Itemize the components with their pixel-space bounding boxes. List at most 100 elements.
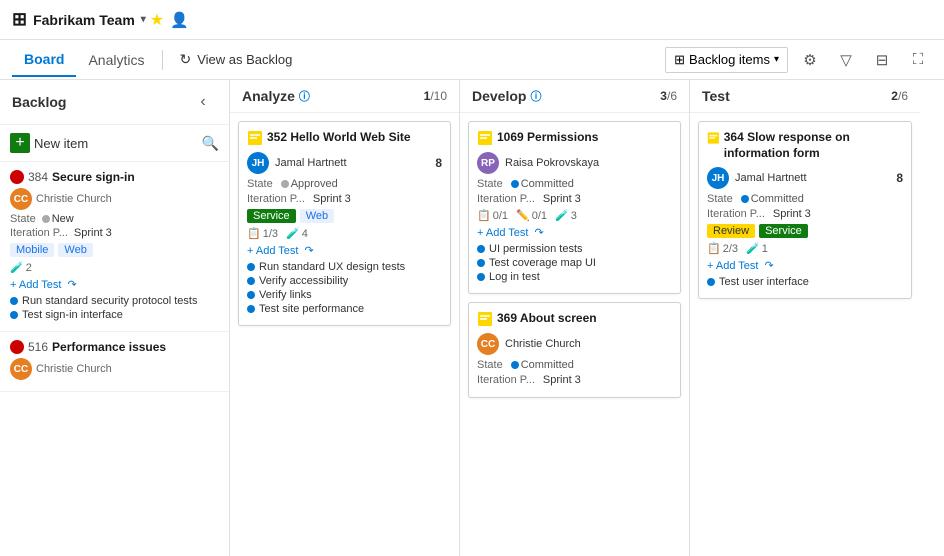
fullscreen-icon[interactable]: ⛶ (904, 46, 932, 74)
avatar-516: CC (10, 358, 32, 380)
state-dot-1069 (511, 180, 519, 188)
k-iter-364: Iteration P... Sprint 3 (707, 208, 903, 220)
test-column: Test 2/6 364 Slow response on informatio… (690, 80, 920, 556)
test-item: Test sign-in interface (10, 309, 219, 321)
view-backlog-button[interactable]: ↻ View as Backlog (169, 47, 302, 72)
test-dot (477, 259, 485, 267)
k-iter-352: Iteration P... Sprint 3 (247, 193, 442, 205)
board-container: Backlog ‹ + New item 🔍 384 Secure sign-i… (0, 80, 944, 556)
analyze-info-icon[interactable]: ⓘ (299, 88, 310, 104)
backlog-column: Backlog ‹ + New item 🔍 384 Secure sign-i… (0, 80, 230, 556)
wi-header-384: 384 Secure sign-in (10, 170, 219, 184)
wi-iteration-384: Iteration P... Sprint 3 (10, 227, 219, 239)
logo-icon: ⊞ (12, 9, 27, 30)
top-bar: ⊞ Fabrikam Team ▾ ★ 👤 (0, 0, 944, 40)
add-test-1069[interactable]: + Add Test ↷ (477, 226, 672, 239)
nav-right: ⊞ Backlog items ▾ ⚙ ▽ ⊟ ⛶ (665, 46, 932, 74)
k-meta-352: State Approved (247, 178, 442, 190)
wi-assignee-384: CC Christie Church (10, 188, 219, 210)
add-test-384[interactable]: + Add Test ↷ (10, 278, 219, 291)
settings-icon[interactable]: ⚙ (796, 46, 824, 74)
top-bar-actions: ★ 👤 (150, 10, 189, 30)
test-items: 364 Slow response on information form JH… (690, 113, 920, 556)
test-column-header: Test 2/6 (690, 80, 920, 113)
task-icon-364 (707, 130, 720, 146)
test-dot (10, 297, 18, 305)
test-dot (477, 273, 485, 281)
wi-header-516: 516 Performance issues (10, 340, 219, 354)
avatar-352: JH (247, 152, 269, 174)
develop-column: Develop ⓘ 3/6 1069 Permissions RP Raisa … (460, 80, 690, 556)
test-item: Verify links (247, 289, 442, 301)
wi-stats-352: 📋 1/3 🧪 4 (247, 227, 442, 240)
test-dot (247, 305, 255, 313)
bug-icon-384 (10, 170, 24, 184)
analyze-column: Analyze ⓘ 1/10 352 Hello World Web Site … (230, 80, 460, 556)
k-iter-369: Iteration P... Sprint 3 (477, 374, 672, 386)
wi-stats-1069: 📋 0/1 ✏️ 0/1 🧪 3 (477, 209, 672, 222)
state-dot-369 (511, 361, 519, 369)
k-meta-364: State Committed (707, 193, 903, 205)
test-item: Test coverage map UI (477, 257, 672, 269)
backlog-items-button[interactable]: ⊞ Backlog items ▾ (665, 47, 788, 73)
new-item-button[interactable]: + New item (10, 133, 88, 153)
backlog-items-label: Backlog items (689, 52, 770, 67)
test-item: Test site performance (247, 303, 442, 315)
avatar-384: CC (10, 188, 32, 210)
nav-analytics[interactable]: Analytics (76, 44, 156, 76)
kanban-card-1069[interactable]: 1069 Permissions RP Raisa Pokrovskaya St… (468, 121, 681, 294)
chevron-down-icon[interactable]: ▾ (141, 14, 146, 25)
test-item: Run standard security protocol tests (10, 295, 219, 307)
search-button[interactable]: 🔍 (202, 135, 219, 152)
avatar-364: JH (707, 167, 729, 189)
add-test-352[interactable]: + Add Test ↷ (247, 244, 442, 257)
test-list-364: Test user interface (707, 276, 903, 288)
new-item-plus-icon: + (10, 133, 30, 153)
test-dot (10, 311, 18, 319)
backlog-column-title: Backlog (12, 94, 66, 110)
kanban-card-369[interactable]: 369 About screen CC Christie Church Stat… (468, 302, 681, 398)
avatar-1069: RP (477, 152, 499, 174)
backlog-view-icon: ↻ (179, 51, 191, 68)
backlog-item-384[interactable]: 384 Secure sign-in CC Christie Church St… (0, 162, 229, 332)
state-dot-384 (42, 215, 50, 223)
backlog-item-516[interactable]: 516 Performance issues CC Christie Churc… (0, 332, 229, 392)
chevron-down-icon: ▾ (774, 54, 779, 65)
nav-separator (162, 50, 163, 70)
test-item: Run standard UX design tests (247, 261, 442, 273)
tag-service: Service (247, 209, 296, 223)
test-list-352: Run standard UX design tests Verify acce… (247, 261, 442, 315)
new-item-label: New item (34, 136, 88, 151)
backlog-column-header: Backlog ‹ (0, 80, 229, 125)
test-list-1069: UI permission tests Test coverage map UI… (477, 243, 672, 283)
test-dot (247, 291, 255, 299)
add-test-364[interactable]: + Add Test ↷ (707, 259, 903, 272)
backlog-collapse-icon[interactable]: ‹ (189, 88, 217, 116)
team-name: ⊞ Fabrikam Team ▾ (12, 9, 146, 30)
avatar-369: CC (477, 333, 499, 355)
backlog-items-list: 384 Secure sign-in CC Christie Church St… (0, 162, 229, 556)
test-item: Log in test (477, 271, 672, 283)
tag-service: Service (759, 224, 808, 238)
wi-stats-364: 📋 2/3 🧪 1 (707, 242, 903, 255)
k-card-header-1069: 1069 Permissions (477, 130, 672, 146)
tag-mobile: Mobile (10, 243, 54, 257)
nav-board[interactable]: Board (12, 43, 76, 77)
kanban-card-352[interactable]: 352 Hello World Web Site JH Jamal Hartne… (238, 121, 451, 326)
develop-info-icon[interactable]: ⓘ (530, 88, 541, 104)
filter-icon[interactable]: ▽ (832, 46, 860, 74)
wi-state-384: State New (10, 213, 219, 225)
develop-items: 1069 Permissions RP Raisa Pokrovskaya St… (460, 113, 689, 556)
test-dot (247, 277, 255, 285)
tags-384: Mobile Web (10, 243, 219, 257)
grid-icon: ⊞ (674, 52, 685, 68)
tag-review: Review (707, 224, 755, 238)
favorite-icon[interactable]: ★ (150, 10, 164, 30)
develop-column-header: Develop ⓘ 3/6 (460, 80, 689, 113)
task-icon-369 (477, 311, 493, 327)
team-name-text: Fabrikam Team (33, 12, 135, 28)
kanban-card-364[interactable]: 364 Slow response on information form JH… (698, 121, 912, 299)
layout-icon[interactable]: ⊟ (868, 46, 896, 74)
task-icon-352 (247, 130, 263, 146)
team-members-icon[interactable]: 👤 (170, 11, 189, 29)
